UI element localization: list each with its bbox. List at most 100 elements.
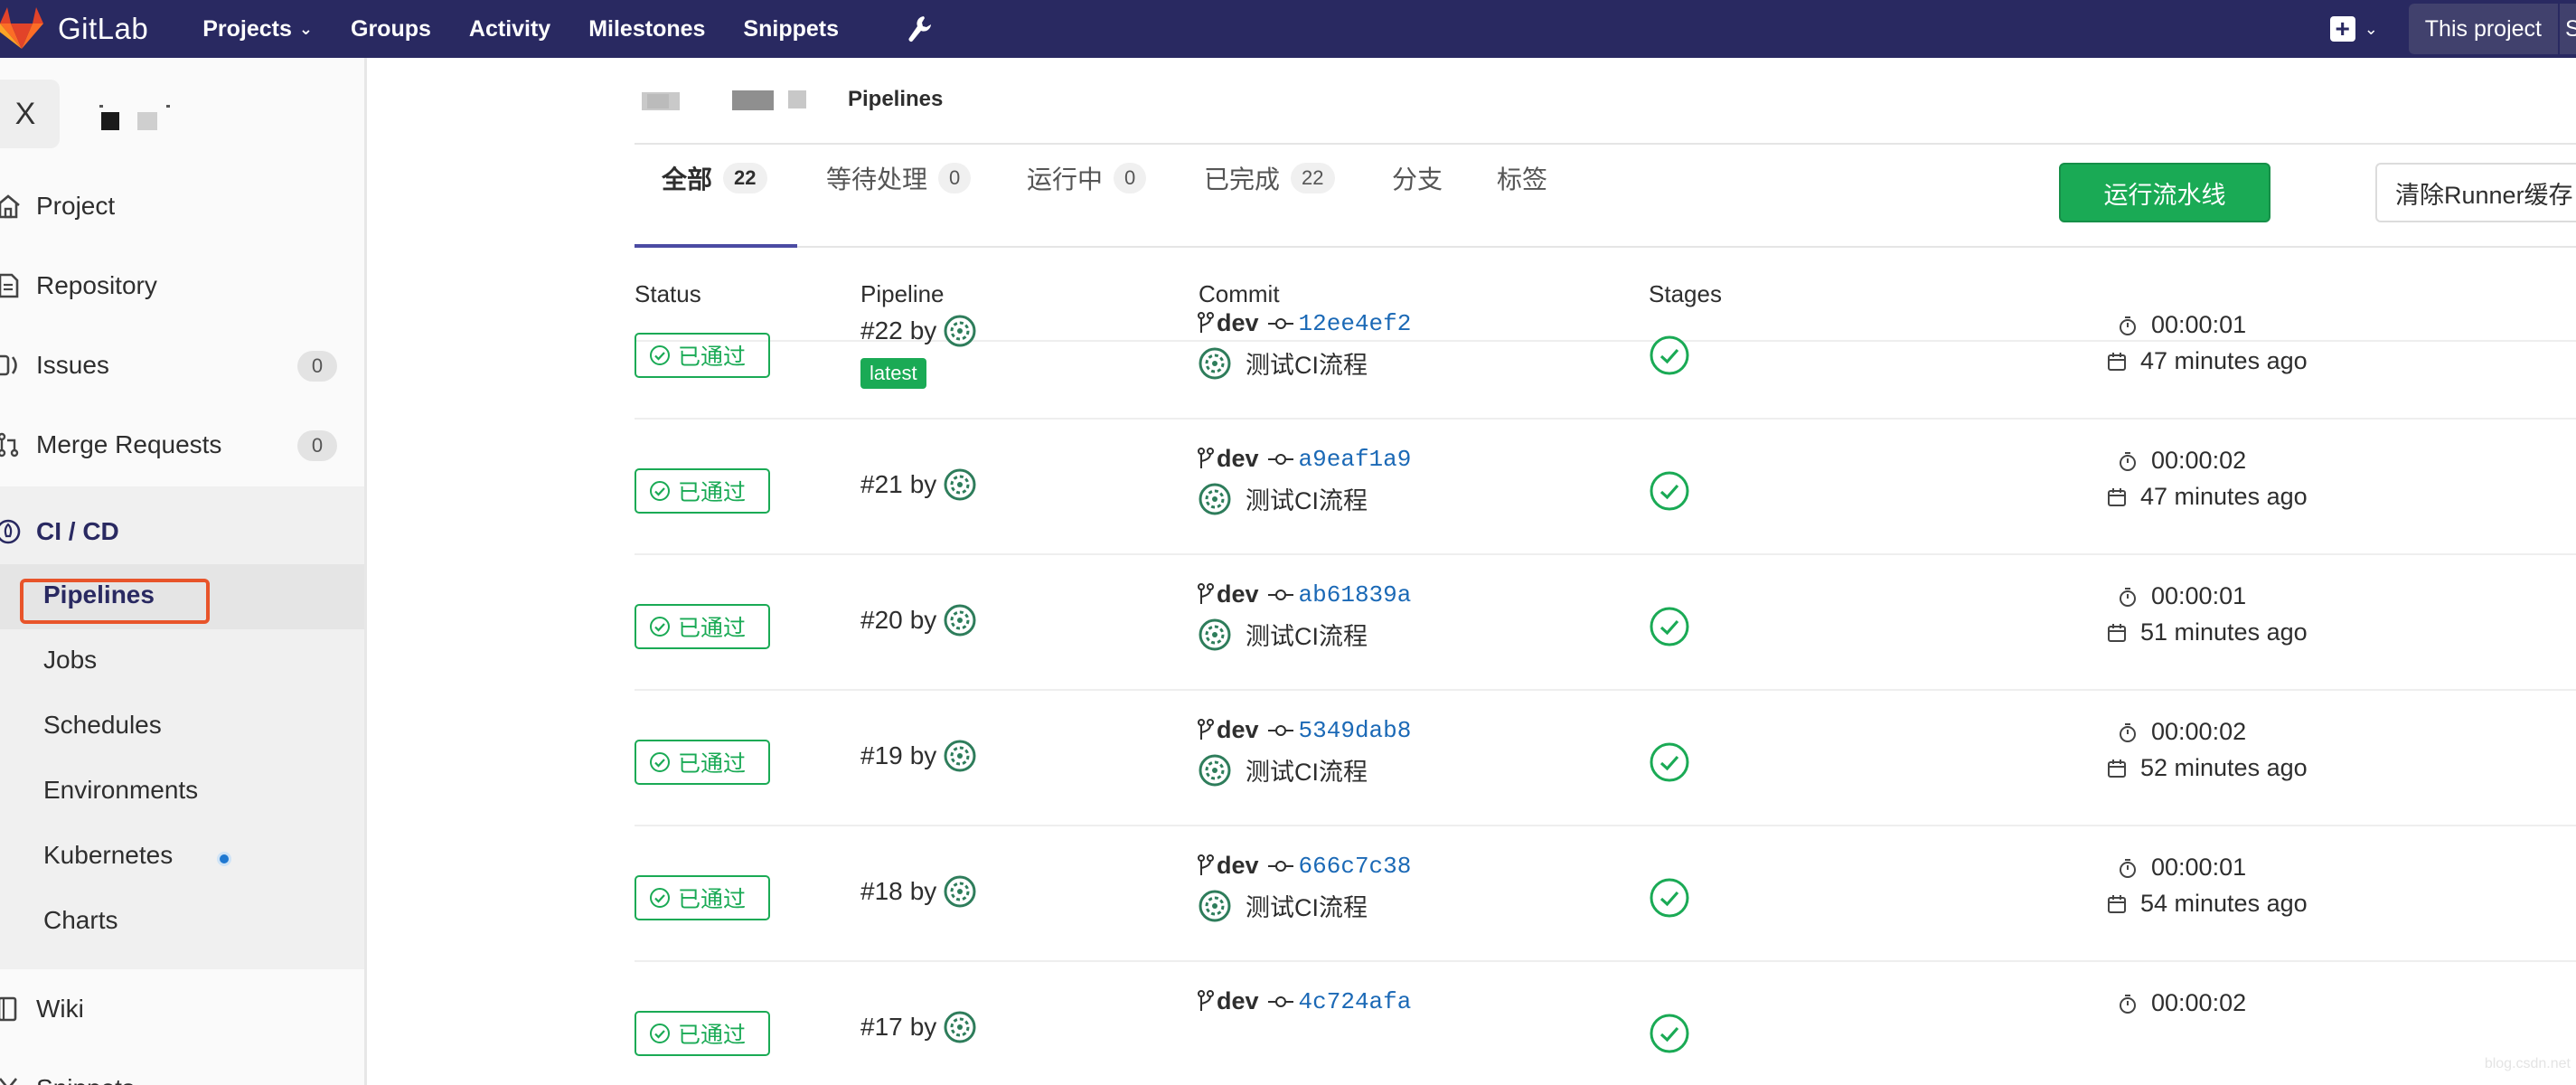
commit-sha-link[interactable]: 5349dab8 [1299,717,1412,744]
nav-projects[interactable]: Projects ⌄ [202,16,313,42]
breadcrumb-current[interactable]: Pipelines [848,87,943,112]
user-avatar-icon[interactable] [1199,483,1231,515]
stage-passed-icon[interactable] [1649,470,1690,512]
pipeline-link[interactable]: #17 [860,1013,903,1042]
pipeline-link[interactable]: #18 [860,877,903,906]
wrench-icon[interactable] [904,14,935,44]
sidebar-item-repository[interactable]: Repository [0,246,364,326]
commit-sha-link[interactable]: ab61839a [1299,581,1412,609]
pipeline-link[interactable]: #21 [860,470,903,499]
status-badge[interactable]: 已通过 [635,604,770,649]
project-header[interactable]: X [0,58,364,166]
commit-message-link[interactable]: 测试CI流程 [1246,617,1368,652]
duration: 00:00:02 [2117,718,2246,746]
commit-message-link[interactable]: 测试CI流程 [1246,345,1368,381]
commit-message-link[interactable]: 测试CI流程 [1246,752,1368,788]
stage-passed-icon[interactable] [1649,877,1690,919]
user-avatar-icon[interactable] [944,875,976,908]
sidebar-item-cicd[interactable]: CI / CD [0,486,364,577]
sidebar-subitem-environments[interactable]: Environments [43,776,198,805]
user-avatar-icon[interactable] [944,740,976,772]
sidebar-subitem-schedules[interactable]: Schedules [43,711,162,740]
breadcrumb-redacted-2[interactable] [732,90,774,110]
pipeline-id: #18 by [860,875,976,908]
clear-runner-cache-button[interactable]: 清除Runner缓存 [2375,163,2576,222]
user-avatar-icon[interactable] [1199,618,1231,651]
sidebar-subitem-charts[interactable]: Charts [43,906,118,935]
sidebar-item-label: Repository [36,271,157,299]
run-pipeline-button[interactable]: 运行流水线 [2059,163,2270,222]
user-avatar-icon[interactable] [944,315,976,347]
stage-passed-icon[interactable] [1649,1013,1690,1054]
tab-label: 分支 [1392,165,1443,193]
status-badge[interactable]: 已通过 [635,1011,770,1056]
status-badge[interactable]: 已通过 [635,468,770,514]
nav-projects-label: Projects [202,15,292,42]
calendar-icon [2108,894,2126,913]
top-navbar: GitLab Projects ⌄ Groups Activity Milest… [0,0,2576,58]
brand[interactable]: GitLab [0,0,148,58]
sidebar-subitem-kubernetes[interactable]: Kubernetes [43,841,173,870]
nav-snippets[interactable]: Snippets [743,16,839,42]
sidebar-item-issues[interactable]: Issues 0 [0,326,364,405]
tab-branches[interactable]: 分支 [1392,157,1443,199]
check-circle-icon [649,887,678,909]
search-scope-this-project[interactable]: This project [2408,4,2558,54]
nav-groups[interactable]: Groups [351,16,431,42]
commit-sha-link[interactable]: 666c7c38 [1299,853,1412,880]
status-badge[interactable]: 已通过 [635,875,770,920]
pipeline-id: #21 by [860,468,976,501]
tab-finished[interactable]: 已完成 22 [1204,157,1335,199]
branch-link[interactable]: dev [1217,309,1259,337]
branch-link[interactable]: dev [1217,852,1259,880]
new-dropdown[interactable]: + ⌄ [2329,16,2378,42]
user-avatar-icon[interactable] [944,1011,976,1043]
tab-running[interactable]: 运行中 0 [1027,157,1147,199]
nav-milestones[interactable]: Milestones [588,16,705,42]
pipeline-link[interactable]: #20 [860,606,903,635]
issues-count-badge: 0 [297,351,337,382]
tab-all[interactable]: 全部 22 [662,157,767,199]
breadcrumb: Pipelines [367,58,2576,145]
calendar-icon [2108,352,2126,371]
branch-icon [1198,311,1214,333]
commit-sha-link[interactable]: 4c724afa [1299,988,1412,1015]
user-avatar-icon[interactable] [944,604,976,637]
tab-pending[interactable]: 等待处理 0 [826,157,972,199]
commit-ref: dev 666c7c38 [1197,852,1411,880]
stage-passed-icon[interactable] [1649,606,1690,647]
user-avatar-icon[interactable] [1199,754,1231,787]
project-name-redacted [99,105,172,130]
tab-tags[interactable]: 标签 [1497,157,1547,199]
search-input[interactable]: S [2558,4,2576,54]
user-avatar-icon[interactable] [1199,890,1231,922]
commit-ref: dev 12ee4ef2 [1197,309,1411,337]
status-badge[interactable]: 已通过 [635,333,770,378]
pipeline-link[interactable]: #22 [860,316,903,345]
commit-message-link[interactable]: 测试CI流程 [1246,481,1368,516]
commit-sha-link[interactable]: a9eaf1a9 [1299,446,1412,473]
branch-link[interactable]: dev [1217,580,1259,609]
stage-passed-icon[interactable] [1649,741,1690,783]
tab-label: 等待处理 [826,165,928,193]
commit-message-link[interactable]: 测试CI流程 [1246,888,1368,923]
pipeline-link[interactable]: #19 [860,741,903,770]
user-avatar-icon[interactable] [944,468,976,501]
branch-link[interactable]: dev [1217,716,1259,744]
status-badge[interactable]: 已通过 [635,740,770,785]
duration-value: 00:00:02 [2151,718,2247,745]
sidebar-item-merge-requests[interactable]: Merge Requests 0 [0,405,364,485]
sidebar: X Project Repository Issues 0 Merge Requ… [0,58,367,1085]
sidebar-subitem-jobs[interactable]: Jobs [43,646,97,675]
sidebar-item-snippets[interactable]: Snippets [0,1049,364,1085]
commit-sha-link[interactable]: 12ee4ef2 [1299,310,1412,337]
stage-passed-icon[interactable] [1649,335,1690,376]
commit-icon [1267,589,1293,600]
nav-activity[interactable]: Activity [469,16,550,42]
user-avatar-icon[interactable] [1199,347,1231,380]
sidebar-item-wiki[interactable]: Wiki [0,969,364,1049]
sidebar-item-project[interactable]: Project [0,166,364,246]
branch-link[interactable]: dev [1217,445,1259,473]
branch-link[interactable]: dev [1217,987,1259,1015]
commit-ref: dev 4c724afa [1197,987,1411,1015]
